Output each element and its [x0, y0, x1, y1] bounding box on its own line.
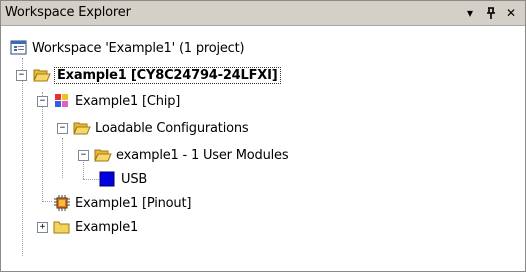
open-folder-icon	[73, 120, 91, 136]
tree-item-project[interactable]: − Example1 [CY8C24794-24LFXI]	[16, 64, 281, 86]
tree-item-label: Example1 [Chip]	[75, 93, 181, 109]
workspace-explorer-panel: Workspace Explorer ▾ ✕ Workspace 'Exampl…	[0, 0, 526, 272]
tree-item-folder[interactable]: + Example1	[37, 216, 139, 238]
collapse-icon[interactable]: −	[37, 96, 48, 107]
tree-item-workspace[interactable]: Workspace 'Example1' (1 project)	[10, 37, 245, 59]
collapse-icon[interactable]: −	[78, 150, 89, 161]
tree-item-config[interactable]: − example1 - 1 User Modules	[78, 144, 289, 166]
tree-item-chip[interactable]: − Example1 [Chip]	[37, 90, 181, 112]
tree-item-label: example1 - 1 User Modules	[116, 147, 289, 163]
user-module-icon	[99, 171, 117, 187]
open-folder-icon	[33, 67, 51, 83]
tree-item-label: Workspace 'Example1' (1 project)	[32, 40, 245, 56]
workspace-icon	[10, 40, 28, 56]
tree-item-usb[interactable]: USB	[99, 168, 147, 190]
panel-titlebar: Workspace Explorer ▾ ✕	[1, 1, 525, 26]
tree-item-label: Loadable Configurations	[95, 120, 249, 136]
expand-icon[interactable]: +	[37, 222, 48, 233]
tree-item-pinout[interactable]: Example1 [Pinout]	[53, 192, 191, 214]
pinout-icon	[53, 195, 71, 211]
tree-item-label: Example1	[75, 219, 139, 235]
tree-item-loadable-configurations[interactable]: − Loadable Configurations	[57, 117, 249, 139]
tree-item-label: USB	[121, 171, 148, 187]
open-folder-icon	[94, 147, 112, 163]
collapse-icon[interactable]: −	[57, 123, 68, 134]
collapse-icon[interactable]: −	[16, 70, 27, 81]
close-icon[interactable]: ✕	[503, 4, 519, 21]
workspace-tree[interactable]: Workspace 'Example1' (1 project) − Examp…	[1, 26, 525, 271]
tree-item-label: Example1 [Pinout]	[75, 195, 192, 211]
tree-item-label: Example1 [CY8C24794-24LFXI]	[54, 66, 281, 84]
chip-icon	[53, 93, 71, 109]
folder-icon	[53, 219, 71, 235]
pin-icon[interactable]	[483, 4, 499, 21]
panel-title: Workspace Explorer	[5, 5, 131, 20]
dropdown-icon[interactable]: ▾	[462, 4, 478, 21]
